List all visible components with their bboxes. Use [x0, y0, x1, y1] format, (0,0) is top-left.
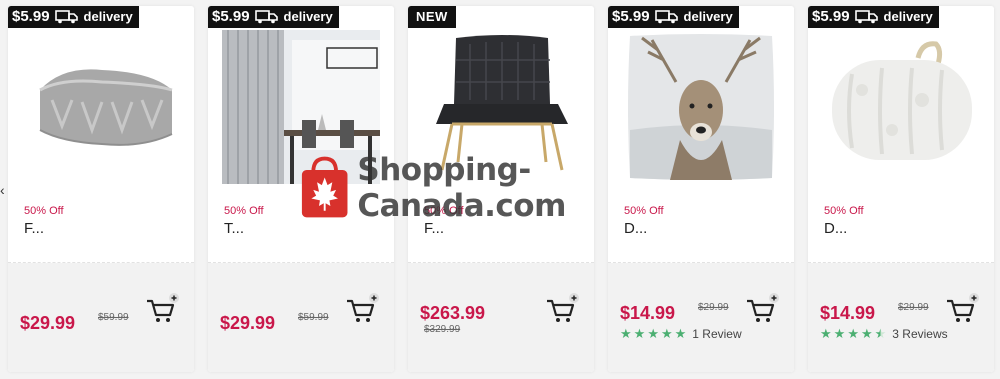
review-count[interactable]: 3 Reviews — [892, 327, 947, 341]
star-icon: ★ — [820, 326, 832, 341]
star-icon: ★ — [674, 326, 687, 341]
carousel-prev-arrow-icon[interactable]: ‹ — [0, 182, 5, 202]
badge-label: delivery — [683, 9, 733, 24]
product-name[interactable]: D... — [824, 220, 847, 237]
product-card[interactable]: $5.99 delivery 50% Off T... $29.99 $59.9… — [208, 6, 394, 372]
original-price: $59.99 — [98, 312, 129, 323]
knit-throw-blanket-image[interactable] — [22, 30, 180, 184]
sale-price: $263.99 — [420, 303, 486, 323]
sale-price: $14.99 — [820, 303, 876, 323]
star-icon: ★ — [860, 326, 873, 341]
star-icon: ★ — [647, 326, 659, 341]
product-card[interactable]: $5.99 delivery 50% Off D... $14.99 $29.9… — [608, 6, 794, 372]
product-card[interactable]: NEW 50% Off F... $263.99 $329.99 — [408, 6, 594, 372]
truck-icon — [854, 10, 878, 24]
tufted-accent-chair-image[interactable] — [422, 30, 580, 184]
delivery-badge: $5.99 delivery — [208, 6, 339, 28]
rating-stars: ★ ★ ★ ★ ★ 1 Review — [620, 326, 742, 342]
product-card-top: $5.99 delivery 50% Off D... — [808, 6, 994, 263]
original-price: $329.99 — [424, 324, 461, 335]
product-card[interactable]: $5.99 delivery 50% Off D... $14.99 $29.9… — [808, 6, 994, 372]
truck-icon — [254, 10, 278, 24]
star-icon: ★ — [847, 326, 859, 341]
badge-price: $5.99 — [212, 8, 250, 25]
curtain-dining-room-image[interactable] — [222, 30, 380, 184]
sale-price: $29.99 — [220, 313, 276, 333]
product-card-top: $5.99 delivery 50% Off T... — [208, 6, 394, 263]
discount-label: 50% Off — [424, 205, 464, 217]
badge-label: delivery — [283, 9, 333, 24]
product-carousel: ‹ $5.99 delivery 50% Off F... $29.99 $59… — [0, 0, 1000, 379]
original-price: $29.99 — [898, 302, 929, 313]
review-count[interactable]: 1 Review — [692, 327, 741, 341]
badge-price: $5.99 — [612, 8, 650, 25]
delivery-badge: $5.99 delivery — [608, 6, 739, 28]
badge-price: $5.99 — [812, 8, 850, 25]
add-to-cart-icon[interactable] — [944, 292, 980, 328]
truck-icon — [654, 10, 678, 24]
discount-label: 50% Off — [824, 205, 864, 217]
star-icon: ★ — [660, 326, 673, 341]
product-name[interactable]: T... — [224, 220, 244, 237]
sale-price: $14.99 — [620, 303, 676, 323]
truck-icon — [54, 10, 78, 24]
star-icon: ★ — [620, 326, 632, 341]
sherpa-throw-roll-image[interactable] — [822, 30, 980, 184]
star-icon: ★ — [833, 326, 846, 341]
delivery-badge: $5.99 delivery — [8, 6, 139, 28]
original-price: $59.99 — [298, 312, 329, 323]
badge-label: delivery — [883, 9, 933, 24]
badge-price: $5.99 — [12, 8, 50, 25]
product-name[interactable]: D... — [624, 220, 647, 237]
sale-price: $29.99 — [20, 313, 76, 333]
delivery-badge: $5.99 delivery — [808, 6, 939, 28]
product-name[interactable]: F... — [424, 220, 444, 237]
discount-label: 50% Off — [224, 205, 264, 217]
add-to-cart-icon[interactable] — [144, 292, 180, 328]
half-star-icon: ★ — [874, 326, 887, 341]
badge-label: delivery — [83, 9, 133, 24]
deer-cushion-image[interactable] — [622, 30, 780, 184]
product-card-top: NEW 50% Off F... — [408, 6, 594, 263]
new-badge: NEW — [408, 6, 456, 28]
discount-label: 50% Off — [24, 205, 64, 217]
original-price: $29.99 — [698, 302, 729, 313]
product-card-top: $5.99 delivery 50% Off F... — [8, 6, 194, 263]
product-card-top: $5.99 delivery 50% Off D... — [608, 6, 794, 263]
badge-label: NEW — [416, 9, 448, 24]
product-card[interactable]: $5.99 delivery 50% Off F... $29.99 $59.9… — [8, 6, 194, 372]
product-name[interactable]: F... — [24, 220, 44, 237]
add-to-cart-icon[interactable] — [544, 292, 580, 328]
star-icon: ★ — [633, 326, 646, 341]
discount-label: 50% Off — [624, 205, 664, 217]
add-to-cart-icon[interactable] — [744, 292, 780, 328]
rating-stars: ★ ★ ★ ★ ★ 3 Reviews — [820, 326, 948, 342]
add-to-cart-icon[interactable] — [344, 292, 380, 328]
